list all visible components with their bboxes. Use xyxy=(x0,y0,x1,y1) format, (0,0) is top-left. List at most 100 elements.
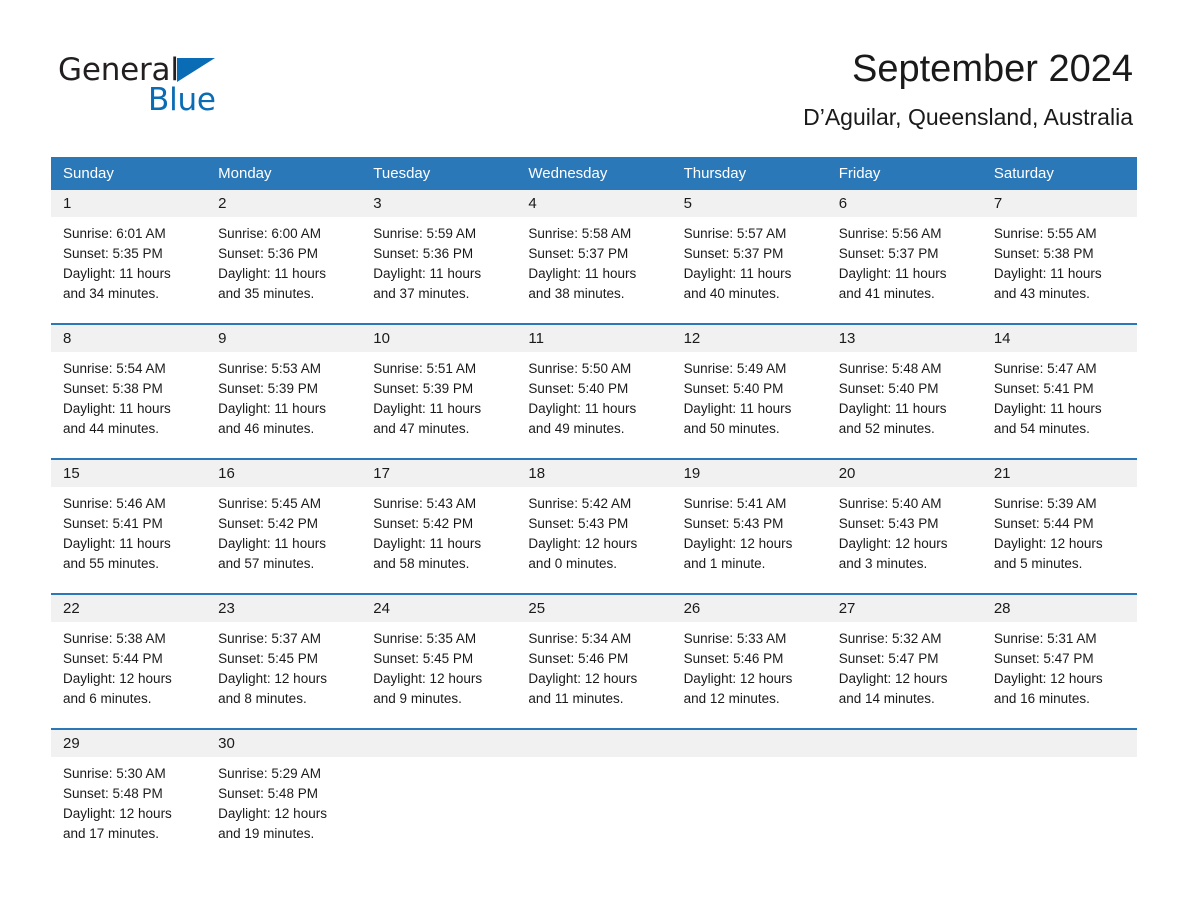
sunset-text: Sunset: 5:46 PM xyxy=(528,651,629,666)
day-cell[interactable]: 7 Sunrise: 5:55 AM Sunset: 5:38 PM Daylight… xyxy=(982,190,1137,323)
day-cell[interactable]: 9 Sunrise: 5:53 AM Sunset: 5:39 PM Daylight… xyxy=(206,325,361,458)
sunset-text: Sunset: 5:46 PM xyxy=(683,651,784,666)
daylight-text: Daylight: 12 hours and 11 minutes. xyxy=(528,671,638,706)
day-number: 17 xyxy=(373,465,390,482)
day-details: Sunrise: 5:34 AM Sunset: 5:46 PM Daylight:… xyxy=(528,629,659,709)
day-cell[interactable]: 10 Sunrise: 5:51 AM Sunset: 5:39 PM Dayligh… xyxy=(361,325,516,458)
day-cell[interactable]: 3 Sunrise: 5:59 AM Sunset: 5:36 PM Daylight… xyxy=(361,190,516,323)
daylight-text: Daylight: 12 hours and 6 minutes. xyxy=(63,671,172,706)
day-number: 3 xyxy=(373,195,382,212)
day-number: 29 xyxy=(63,735,80,752)
sunset-text: Sunset: 5:37 PM xyxy=(528,246,629,261)
day-cell[interactable]: 8 Sunrise: 5:54 AM Sunset: 5:38 PM Daylight… xyxy=(51,325,206,458)
day-details: Sunrise: 5:45 AM Sunset: 5:42 PM Daylight:… xyxy=(218,494,349,574)
day-details: Sunrise: 5:51 AM Sunset: 5:39 PM Daylight:… xyxy=(373,359,504,439)
sunrise-text: Sunrise: 5:56 AM xyxy=(838,226,942,241)
daylight-text: Daylight: 12 hours and 0 minutes. xyxy=(528,536,638,571)
day-cell[interactable]: 5 Sunrise: 5:57 AM Sunset: 5:37 PM Daylight… xyxy=(672,190,827,323)
day-details: Sunrise: 5:48 AM Sunset: 5:40 PM Daylight:… xyxy=(839,359,970,439)
day-cell[interactable]: 25 Sunrise: 5:34 AM Sunset: 5:46 PM Dayligh… xyxy=(516,595,671,728)
sunrise-text: Sunrise: 5:37 AM xyxy=(218,631,321,646)
day-details: Sunrise: 5:47 AM Sunset: 5:41 PM Daylight:… xyxy=(994,359,1125,439)
daylight-text: Daylight: 12 hours and 19 minutes. xyxy=(218,806,327,841)
day-cell[interactable]: 19 Sunrise: 5:41 AM Sunset: 5:43 PM Dayligh… xyxy=(672,460,827,593)
sunset-text: Sunset: 5:43 PM xyxy=(528,516,629,531)
day-cell[interactable]: 14 Sunrise: 5:47 AM Sunset: 5:41 PM Dayligh… xyxy=(982,325,1137,458)
day-number: 24 xyxy=(373,600,390,617)
sunrise-text: Sunrise: 5:32 AM xyxy=(838,631,942,646)
day-cell[interactable]: 4 Sunrise: 5:58 AM Sunset: 5:37 PM Daylight… xyxy=(516,190,671,323)
day-cell[interactable]: 22 Sunrise: 5:38 AM Sunset: 5:44 PM Dayligh… xyxy=(51,595,206,728)
sunrise-text: Sunrise: 5:54 AM xyxy=(63,361,166,376)
day-details: Sunrise: 5:31 AM Sunset: 5:47 PM Daylight:… xyxy=(994,629,1125,709)
sunrise-text: Sunrise: 5:50 AM xyxy=(528,361,632,376)
week-row: 29 Sunrise: 5:30 AM Sunset: 5:48 PM Dayligh… xyxy=(51,728,1137,863)
sunrise-text: Sunrise: 5:57 AM xyxy=(683,226,787,241)
sunrise-text: Sunrise: 5:51 AM xyxy=(373,361,477,376)
day-cell[interactable]: 1 Sunrise: 6:01 AM Sunset: 5:35 PM Daylight… xyxy=(51,190,206,323)
day-number: 25 xyxy=(528,600,546,617)
daylight-text: Daylight: 11 hours and 58 minutes. xyxy=(373,536,482,571)
title-block: September 2024 D’Aguilar, Queensland, Au… xyxy=(803,46,1133,131)
sunset-text: Sunset: 5:44 PM xyxy=(993,516,1094,531)
day-number: 26 xyxy=(683,600,701,617)
day-cell[interactable]: 6 Sunrise: 5:56 AM Sunset: 5:37 PM Daylight… xyxy=(827,190,982,323)
sunset-text: Sunset: 5:43 PM xyxy=(683,516,784,531)
day-cell[interactable]: 30 Sunrise: 5:29 AM Sunset: 5:48 PM Dayligh… xyxy=(206,730,361,863)
day-details: Sunrise: 6:01 AM Sunset: 5:35 PM Daylight:… xyxy=(63,224,194,304)
day-details: Sunrise: 5:57 AM Sunset: 5:37 PM Daylight:… xyxy=(684,224,815,304)
daylight-text: Daylight: 11 hours and 37 minutes. xyxy=(373,266,482,301)
day-cell[interactable]: 21 Sunrise: 5:39 AM Sunset: 5:44 PM Dayligh… xyxy=(982,460,1137,593)
day-details: Sunrise: 5:43 AM Sunset: 5:42 PM Daylight:… xyxy=(373,494,504,574)
sunrise-text: Sunrise: 5:49 AM xyxy=(683,361,787,376)
day-cell[interactable]: 12 Sunrise: 5:49 AM Sunset: 5:40 PM Dayligh… xyxy=(672,325,827,458)
day-cell[interactable]: 17 Sunrise: 5:43 AM Sunset: 5:42 PM Dayligh… xyxy=(361,460,516,593)
sunrise-text: Sunrise: 5:42 AM xyxy=(528,496,632,511)
week-row: 1 Sunrise: 6:01 AM Sunset: 5:35 PM Daylight… xyxy=(51,190,1137,323)
day-cell[interactable]: 23 Sunrise: 5:37 AM Sunset: 5:45 PM Dayligh… xyxy=(206,595,361,728)
sunrise-text: Sunrise: 5:35 AM xyxy=(373,631,477,646)
day-cell[interactable]: 29 Sunrise: 5:30 AM Sunset: 5:48 PM Dayligh… xyxy=(51,730,206,863)
daylight-text: Daylight: 11 hours and 46 minutes. xyxy=(218,401,326,436)
sunrise-text: Sunrise: 6:01 AM xyxy=(63,226,166,241)
day-cell[interactable]: 11 Sunrise: 5:50 AM Sunset: 5:40 PM Dayligh… xyxy=(516,325,671,458)
calendar-grid: Sunday Monday Tuesday Wednesday Thursday… xyxy=(51,157,1137,863)
sunset-text: Sunset: 5:47 PM xyxy=(838,651,939,666)
day-cell[interactable]: 20 Sunrise: 5:40 AM Sunset: 5:43 PM Dayligh… xyxy=(827,460,982,593)
sunrise-text: Sunrise: 5:34 AM xyxy=(528,631,632,646)
sunset-text: Sunset: 5:48 PM xyxy=(63,786,163,801)
location-subtitle: D’Aguilar, Queensland, Australia xyxy=(803,104,1133,130)
day-cell[interactable]: 2 Sunrise: 6:00 AM Sunset: 5:36 PM Daylight… xyxy=(206,190,361,323)
sunset-text: Sunset: 5:35 PM xyxy=(63,246,163,261)
sunrise-text: Sunrise: 5:30 AM xyxy=(63,766,166,781)
day-cell[interactable]: 28 Sunrise: 5:31 AM Sunset: 5:47 PM Dayligh… xyxy=(982,595,1137,728)
day-details: Sunrise: 5:41 AM Sunset: 5:43 PM Daylight:… xyxy=(684,494,815,574)
sunrise-text: Sunrise: 5:29 AM xyxy=(218,766,321,781)
logo-word-blue: Blue xyxy=(148,82,216,118)
sunset-text: Sunset: 5:37 PM xyxy=(683,246,784,261)
weekday-header-row: Sunday Monday Tuesday Wednesday Thursday… xyxy=(51,157,1137,190)
day-details: Sunrise: 5:54 AM Sunset: 5:38 PM Daylight:… xyxy=(63,359,194,439)
page-header: General Blue September 2024 D’Aguilar, Q… xyxy=(0,0,1188,155)
day-details: Sunrise: 5:53 AM Sunset: 5:39 PM Daylight:… xyxy=(218,359,349,439)
week-cells: 8 Sunrise: 5:54 AM Sunset: 5:38 PM Daylight… xyxy=(51,325,1137,458)
day-cell[interactable]: 15 Sunrise: 5:46 AM Sunset: 5:41 PM Dayligh… xyxy=(51,460,206,593)
daylight-text: Daylight: 11 hours and 57 minutes. xyxy=(218,536,326,571)
week-cells: 1 Sunrise: 6:01 AM Sunset: 5:35 PM Daylight… xyxy=(51,190,1137,323)
sunset-text: Sunset: 5:36 PM xyxy=(373,246,474,261)
day-cell[interactable]: 18 Sunrise: 5:42 AM Sunset: 5:43 PM Dayligh… xyxy=(516,460,671,593)
sunrise-text: Sunrise: 6:00 AM xyxy=(218,226,321,241)
day-number: 8 xyxy=(63,330,72,347)
day-cell[interactable]: 26 Sunrise: 5:33 AM Sunset: 5:46 PM Dayligh… xyxy=(672,595,827,728)
day-cell[interactable]: 24 Sunrise: 5:35 AM Sunset: 5:45 PM Dayligh… xyxy=(361,595,516,728)
daylight-text: Daylight: 11 hours and 52 minutes. xyxy=(838,401,947,436)
week-row: 22 Sunrise: 5:38 AM Sunset: 5:44 PM Dayligh… xyxy=(51,593,1137,728)
day-details: Sunrise: 5:46 AM Sunset: 5:41 PM Daylight:… xyxy=(63,494,194,574)
day-number: 2 xyxy=(218,195,227,212)
day-cell[interactable]: 13 Sunrise: 5:48 AM Sunset: 5:40 PM Dayligh… xyxy=(827,325,982,458)
daylight-text: Daylight: 11 hours and 54 minutes. xyxy=(993,401,1102,436)
day-cell[interactable]: 27 Sunrise: 5:32 AM Sunset: 5:47 PM Dayligh… xyxy=(827,595,982,728)
sunset-text: Sunset: 5:44 PM xyxy=(63,651,163,666)
day-details: Sunrise: 5:56 AM Sunset: 5:37 PM Daylight:… xyxy=(839,224,970,304)
day-cell[interactable]: 16 Sunrise: 5:45 AM Sunset: 5:42 PM Dayligh… xyxy=(206,460,361,593)
